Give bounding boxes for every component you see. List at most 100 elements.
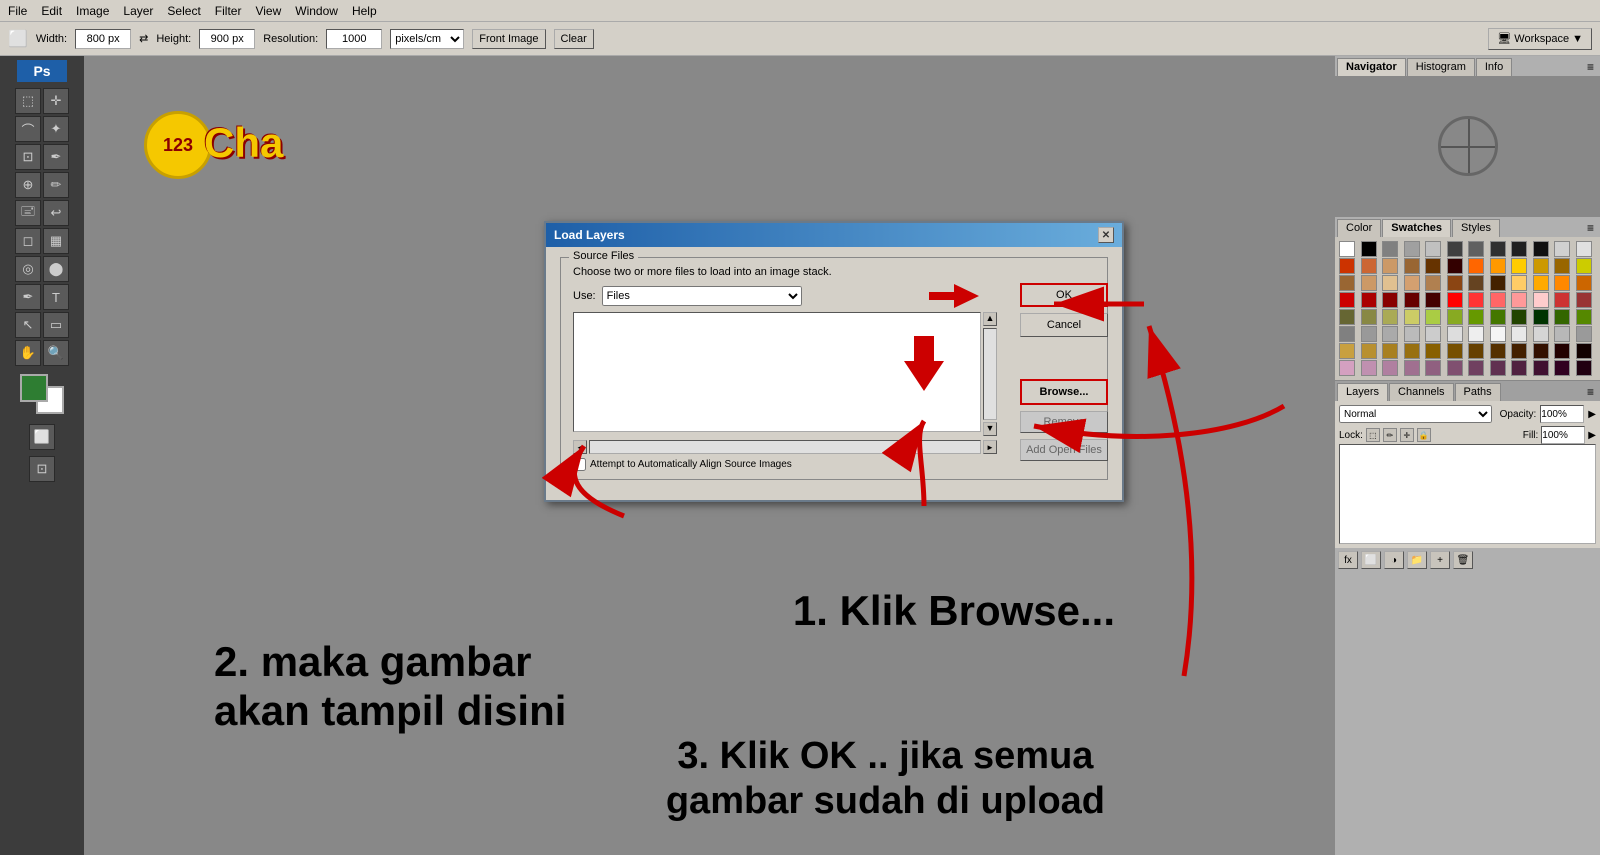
swatch-66[interactable] [1468,326,1484,342]
swatch-92[interactable] [1511,360,1527,376]
path-select-tool[interactable]: ↖ [15,312,41,338]
tab-styles[interactable]: Styles [1452,219,1500,237]
menu-image[interactable]: Image [76,4,109,18]
tab-histogram[interactable]: Histogram [1407,58,1475,76]
tab-navigator[interactable]: Navigator [1337,58,1406,76]
swatch-22[interactable] [1554,258,1570,274]
tab-channels[interactable]: Channels [1389,383,1453,401]
menu-help[interactable]: Help [352,4,377,18]
use-select[interactable]: Files Folder [602,286,802,306]
lock-image-icon[interactable]: ✏ [1383,428,1397,442]
screen-mode-tool[interactable]: ⊡ [29,456,55,482]
swatch-64[interactable] [1425,326,1441,342]
swatch-88[interactable] [1425,360,1441,376]
swatch-38[interactable] [1382,292,1398,308]
swatch-24[interactable] [1339,275,1355,291]
blend-mode-select[interactable]: Normal [1339,405,1492,423]
swatch-84[interactable] [1339,360,1355,376]
swatch-87[interactable] [1404,360,1420,376]
swatch-31[interactable] [1490,275,1506,291]
swatch-43[interactable] [1490,292,1506,308]
swatch-70[interactable] [1554,326,1570,342]
remove-button[interactable]: Remove [1020,411,1108,433]
swatch-52[interactable] [1425,309,1441,325]
swatch-76[interactable] [1425,343,1441,359]
swatch-90[interactable] [1468,360,1484,376]
menu-file[interactable]: File [8,4,27,18]
scrollbar-down[interactable]: ▼ [983,422,997,436]
menu-view[interactable]: View [255,4,281,18]
spot-heal-tool[interactable]: ⊕ [15,172,41,198]
swatch-61[interactable] [1361,326,1377,342]
panel-menu-icon[interactable]: ≡ [1583,58,1598,76]
move-tool[interactable]: ✛ [43,88,69,114]
history-brush-tool[interactable]: ↩ [43,200,69,226]
swatch-93[interactable] [1533,360,1549,376]
quick-select-tool[interactable]: ✦ [43,116,69,142]
swatch-5[interactable] [1447,241,1463,257]
fill-input[interactable] [1541,426,1585,444]
swatch-55[interactable] [1490,309,1506,325]
dialog-close-button[interactable]: ✕ [1098,227,1114,243]
lock-all-icon[interactable]: 🔒 [1417,428,1431,442]
swatch-72[interactable] [1339,343,1355,359]
swatch-30[interactable] [1468,275,1484,291]
swatch-62[interactable] [1382,326,1398,342]
swatch-10[interactable] [1554,241,1570,257]
swatch-85[interactable] [1361,360,1377,376]
swatch-39[interactable] [1404,292,1420,308]
cancel-button[interactable]: Cancel [1020,313,1108,337]
swatch-91[interactable] [1490,360,1506,376]
hscrollbar-right[interactable]: ► [983,440,997,454]
swatch-15[interactable] [1404,258,1420,274]
lock-position-icon[interactable]: ✛ [1400,428,1414,442]
zoom-tool[interactable]: 🔍 [43,340,69,366]
swatch-79[interactable] [1490,343,1506,359]
swatch-65[interactable] [1447,326,1463,342]
swatch-12[interactable] [1339,258,1355,274]
swatch-34[interactable] [1554,275,1570,291]
pen-tool[interactable]: ✒ [15,284,41,310]
swatch-7[interactable] [1490,241,1506,257]
swatch-26[interactable] [1382,275,1398,291]
resolution-unit-select[interactable]: pixels/cm pixels/inch [390,29,464,49]
layer-delete-button[interactable]: 🗑 [1453,551,1473,569]
dodge-tool[interactable]: ⬤ [43,256,69,282]
swatch-11[interactable] [1576,241,1592,257]
layer-new-button[interactable]: + [1430,551,1450,569]
menu-window[interactable]: Window [295,4,338,18]
browse-button[interactable]: Browse... [1020,379,1108,405]
swatch-35[interactable] [1576,275,1592,291]
swatch-41[interactable] [1447,292,1463,308]
swatch-94[interactable] [1554,360,1570,376]
swap-icon[interactable]: ⇄ [139,32,148,45]
swatch-37[interactable] [1361,292,1377,308]
auto-align-checkbox[interactable] [573,458,586,471]
tab-color[interactable]: Color [1337,219,1381,237]
swatch-17[interactable] [1447,258,1463,274]
swatch-48[interactable] [1339,309,1355,325]
eraser-tool[interactable]: ◻ [15,228,41,254]
swatch-57[interactable] [1533,309,1549,325]
width-input[interactable] [75,29,131,49]
type-tool[interactable]: T [43,284,69,310]
swatch-69[interactable] [1533,326,1549,342]
swatch-54[interactable] [1468,309,1484,325]
shape-tool[interactable]: ▭ [43,312,69,338]
swatch-83[interactable] [1576,343,1592,359]
swatch-60[interactable] [1339,326,1355,342]
lock-transparent-icon[interactable]: ⬚ [1366,428,1380,442]
layer-group-button[interactable]: 📁 [1407,551,1427,569]
swatch-56[interactable] [1511,309,1527,325]
swatch-3[interactable] [1404,241,1420,257]
swatch-49[interactable] [1361,309,1377,325]
swatch-28[interactable] [1425,275,1441,291]
layer-adjustment-button[interactable]: ◑ [1384,551,1404,569]
tab-paths[interactable]: Paths [1455,383,1501,401]
layers-menu-icon[interactable]: ≡ [1583,383,1598,401]
swatch-80[interactable] [1511,343,1527,359]
swatch-23[interactable] [1576,258,1592,274]
swatch-95[interactable] [1576,360,1592,376]
hscrollbar-left[interactable]: ◄ [573,440,587,454]
swatch-68[interactable] [1511,326,1527,342]
